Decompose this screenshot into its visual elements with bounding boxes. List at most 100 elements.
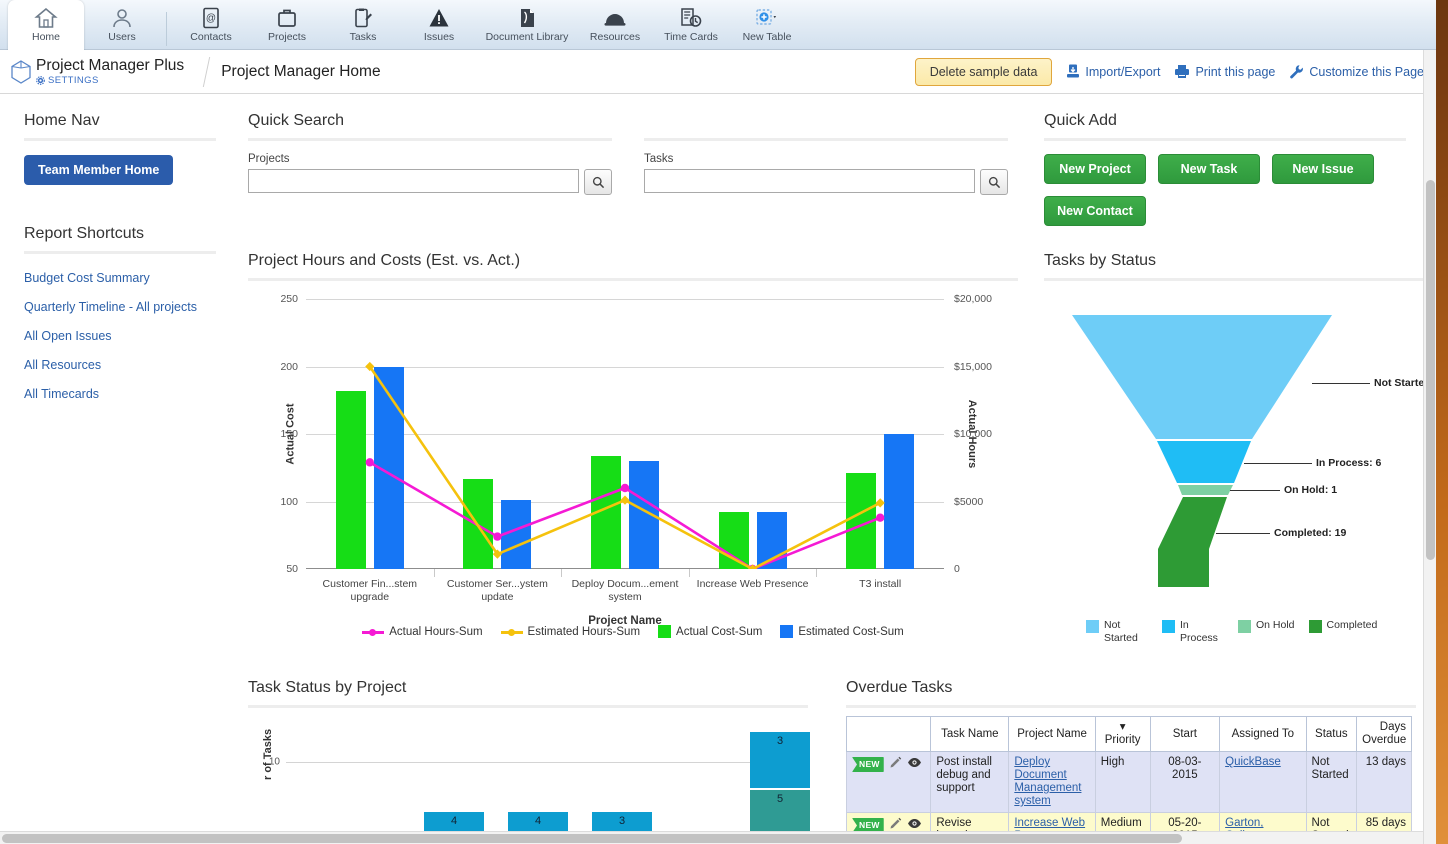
horizontal-scrollbar[interactable] [0,831,1423,844]
application-window: Home Users @ Contacts Projects Tasks Issues Doc… [0,0,1436,844]
customize-page-label: Customize this Page [1309,64,1424,79]
search-icon [988,176,1000,188]
funnel-legend-item: In Process [1162,619,1224,645]
table-cell-link[interactable]: QuickBase [1219,751,1307,813]
nav-item-projects[interactable]: Projects [249,0,325,50]
table-cell: Post install debug and support [930,751,1010,813]
eye-icon[interactable] [907,756,922,773]
nav-item-new-table[interactable]: New Table [729,0,805,50]
nav-item-document-library[interactable]: Document Library [477,0,577,50]
task-status-by-project-plot: r of Tasks 10 4 4 3 3 5 [248,716,810,844]
table-header-cell[interactable]: ▾ Priority [1094,716,1151,752]
new-badge: NEW [852,757,884,772]
legend-label: Actual Cost-Sum [676,625,763,638]
funnel-legend-label: Not Started [1104,619,1138,644]
home-icon [34,5,58,31]
table-header-cell[interactable]: Days Overdue [1356,716,1412,752]
app-title: Project Manager Plus [36,57,185,74]
funnel-segment-label: In Process: 6 [1316,457,1382,469]
quick-add-new-contact-button[interactable]: New Contact [1044,196,1146,226]
x-axis-category-label: Customer Ser...ystem update [446,578,548,603]
vertical-scrollbar-thumb[interactable] [1426,180,1435,560]
customize-page-link[interactable]: Customize this Page [1289,64,1424,79]
funnel-shape [1072,315,1332,587]
overdue-tasks-table: Task Name Project Name ▾ Priority Start Assig… [845,716,1412,844]
table-header-cell[interactable] [845,716,932,752]
project-hours-costs-divider [248,278,1018,281]
pencil-icon[interactable] [889,756,902,773]
x-axis-category-label: Increase Web Presence [696,578,809,590]
projects-search-input[interactable] [248,169,579,193]
category-separator [688,569,690,577]
nav-item-label: Home [31,31,60,43]
tasks-by-status-legend: Not Started In Process On Hold Completed [1044,619,1436,645]
delete-sample-data-button[interactable]: Delete sample data [914,57,1053,86]
team-member-home-button[interactable]: Team Member Home [24,155,174,185]
funnel-legend-item: Not Started [1086,619,1148,645]
table-cell: High [1094,751,1151,813]
stacked-bar-segment: 3 [750,732,810,788]
nav-item-label: Resources [589,31,641,43]
table-header-cell[interactable]: Start [1149,716,1221,752]
import-export-link[interactable]: Import/Export [1066,64,1160,79]
legend-label: Estimated Hours-Sum [527,625,641,638]
nav-item-tasks[interactable]: Tasks [325,0,401,50]
table-header-cell[interactable]: Project Name [1008,716,1096,752]
nav-item-contacts[interactable]: @ Contacts [173,0,249,50]
task-status-by-project-title: Task Status by Project [248,679,407,696]
legend-line-swatch [362,626,385,638]
x-axis-category-label: T3 install [859,578,902,590]
cell-link[interactable]: QuickBase [1225,756,1281,768]
y-axis-tick-label: 50 [286,563,298,575]
overdue-tasks-panel: Overdue Tasks Task Name Project Name ▾ Prio… [845,679,1416,844]
projects-field-label: Projects [248,153,290,165]
tasks-by-status-funnel: Not Started: 1 In Process: 6 On Hold: 1 Com… [1044,287,1436,617]
tasks-search-button[interactable] [980,169,1008,195]
report-shortcuts-title: Report Shortcuts [24,225,145,242]
briefcase-icon [276,5,298,31]
settings-link[interactable]: SETTINGS [36,75,184,86]
settings-label: SETTINGS [48,75,99,86]
y-axis-tick-label: 100 [280,495,298,508]
quick-add-new-project-button[interactable]: New Project [1044,154,1146,184]
nav-divider [166,12,167,46]
gridline [286,762,810,763]
nav-item-home[interactable]: Home [8,0,84,50]
legend-item: Actual Hours-Sum [362,625,483,638]
projects-search-button[interactable] [584,169,612,195]
quick-add-new-task-button[interactable]: New Task [1158,154,1260,184]
funnel-leader-line [1230,490,1280,491]
quick-search-panel: Quick Search Projects Tasks [248,112,1018,195]
print-page-link[interactable]: Print this page [1174,64,1275,79]
home-nav-title: Home Nav [24,112,100,129]
report-shortcut-link[interactable]: Budget Cost Summary [24,271,216,285]
table-header-cell[interactable]: Status [1305,716,1358,752]
nav-item-time-cards[interactable]: Time Cards [653,0,729,50]
legend-color-swatch [780,625,794,638]
vertical-scrollbar[interactable] [1423,50,1436,844]
table-cell-link[interactable]: Deploy Document Management system [1008,751,1096,813]
nav-item-resources[interactable]: Resources [577,0,653,50]
report-shortcut-link[interactable]: All Resources [24,358,216,372]
page-title: Project Manager Home [221,62,381,80]
main-navigation-bar: Home Users @ Contacts Projects Tasks Issues Doc… [0,0,1436,50]
y-axis-tick-label: 250 [280,293,298,305]
header-actions: Delete sample data Import/Export Print t… [914,57,1424,86]
report-shortcut-link[interactable]: All Timecards [24,387,216,401]
tasks-search-input[interactable] [644,169,975,193]
user-icon [111,5,133,31]
report-shortcut-link[interactable]: All Open Issues [24,329,216,343]
funnel-legend-label: On Hold [1256,619,1295,631]
nav-item-issues[interactable]: Issues [401,0,477,50]
report-shortcut-link[interactable]: Quarterly Timeline - All projects [24,300,216,314]
horizontal-scrollbar-thumb[interactable] [2,834,1182,843]
table-header-label: Priority [1104,734,1141,746]
nav-item-users[interactable]: Users [84,0,160,50]
tasks-by-status-panel: Tasks by Status Not Started: 1 In Process… [1044,252,1436,645]
quick-add-new-issue-button[interactable]: New Issue [1272,154,1374,184]
funnel-legend-label: In Process [1180,619,1218,644]
table-header-cell[interactable]: Task Name [930,716,1010,752]
table-row[interactable]: NEW Post install debug and support Deploy … [845,751,1412,813]
cell-link[interactable]: Deploy Document Management system [1014,756,1081,807]
table-header-cell[interactable]: Assigned To [1219,716,1307,752]
